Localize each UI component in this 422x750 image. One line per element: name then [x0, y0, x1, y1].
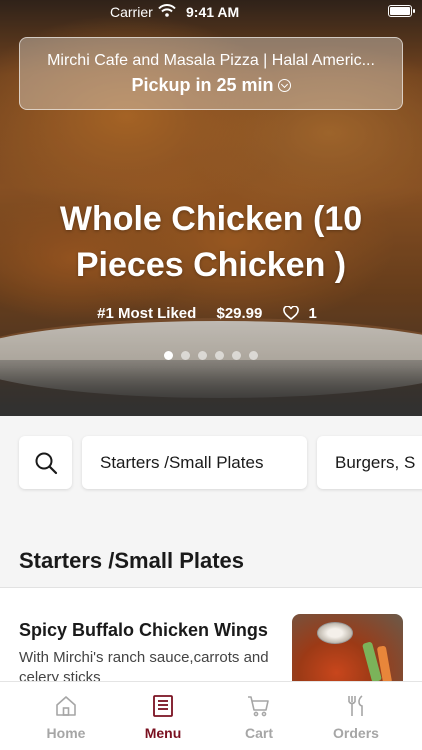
carousel-dot[interactable] — [164, 351, 173, 360]
category-bar: Starters /Small Plates Burgers, S — [0, 416, 422, 516]
sauce-cup — [317, 622, 353, 644]
category-chip[interactable]: Starters /Small Plates — [82, 436, 307, 489]
carousel-indicator[interactable] — [0, 351, 422, 360]
tab-label: Home — [46, 725, 86, 741]
restaurant-name: Mirchi Cafe and Masala Pizza | Halal Ame… — [47, 52, 375, 69]
category-chip[interactable]: Burgers, S — [317, 436, 422, 489]
carrier-label: Carrier — [110, 4, 153, 20]
menu-item-name: Spicy Buffalo Chicken Wings — [19, 620, 268, 640]
like-count-value: 1 — [308, 305, 317, 322]
wifi-icon — [158, 4, 176, 20]
tab-bar: Home Menu Cart Orders — [0, 681, 422, 750]
orders-icon — [348, 695, 363, 716]
like-count[interactable]: 1 — [282, 305, 325, 322]
clock: 9:41 AM — [186, 4, 240, 20]
hero-banner[interactable]: Carrier 9:41 AM Mirchi Cafe and Masala P… — [0, 0, 422, 416]
carousel-dot[interactable] — [249, 351, 258, 360]
featured-item-meta: #1 Most Liked $29.99 1 — [0, 305, 422, 322]
carousel-dot[interactable] — [198, 351, 207, 360]
featured-item-title: Whole Chicken (10 Pieces Chicken ) — [59, 200, 363, 284]
location-selector[interactable]: Mirchi Cafe and Masala Pizza | Halal Ame… — [19, 37, 403, 110]
tab-cart[interactable]: Cart — [211, 682, 307, 750]
carousel-dot[interactable] — [232, 351, 241, 360]
section-title: Starters /Small Plates — [19, 548, 245, 573]
home-icon — [56, 696, 76, 716]
tab-home[interactable]: Home — [18, 682, 114, 750]
battery-icon — [388, 5, 415, 17]
menu-icon — [153, 695, 173, 717]
tab-label: Menu — [144, 725, 182, 741]
featured-price: $29.99 — [216, 305, 263, 322]
carousel-dot[interactable] — [181, 351, 190, 360]
cart-icon — [248, 696, 269, 717]
tab-label: Cart — [244, 725, 273, 741]
tab-menu[interactable]: Menu — [115, 682, 211, 750]
search-button[interactable] — [19, 436, 72, 489]
status-bar: Carrier 9:41 AM — [0, 0, 422, 24]
pickup-label: Pickup in 25 min — [131, 75, 274, 95]
heart-icon — [282, 306, 299, 320]
carousel-dot[interactable] — [215, 351, 224, 360]
most-liked-badge: #1 Most Liked — [97, 305, 197, 322]
tab-label: Orders — [333, 725, 379, 741]
search-icon — [35, 452, 58, 475]
pickup-time[interactable]: Pickup in 25 min — [20, 75, 402, 96]
chevron-down-icon — [277, 79, 291, 92]
tab-orders[interactable]: Orders — [308, 682, 404, 750]
